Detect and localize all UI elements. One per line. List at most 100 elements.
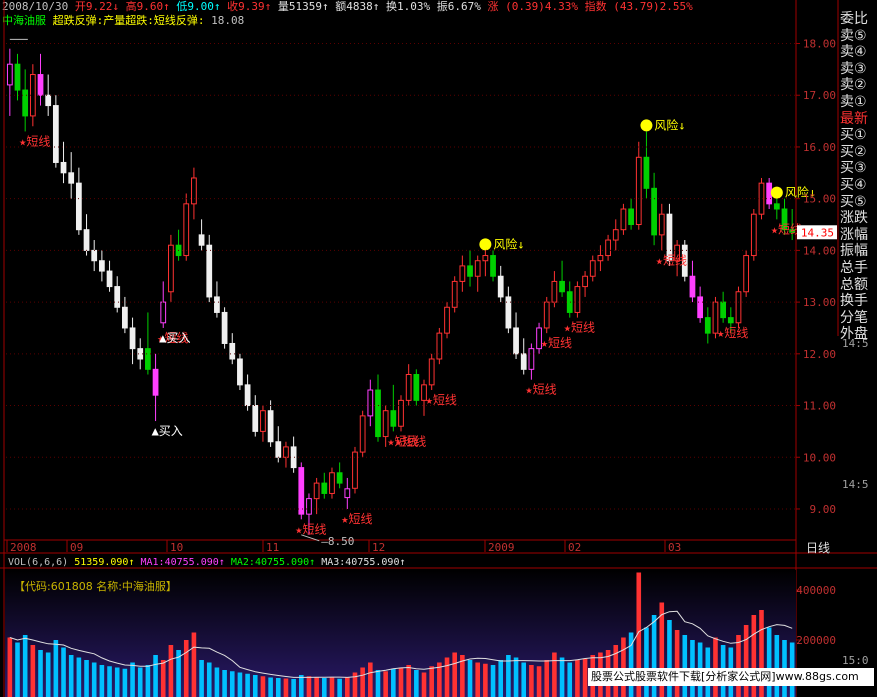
volume-bar [38, 650, 43, 697]
candle [160, 281, 167, 328]
volume-bar [91, 662, 97, 697]
volume-indicator: VOL(6,6,6) [8, 557, 69, 568]
volume-bar [137, 667, 143, 697]
volume-bar [252, 675, 258, 697]
time-tick-label: 11 [266, 541, 279, 554]
volume-tick-label: 400000 [796, 584, 836, 597]
candle-body [45, 94, 52, 107]
candle-body [237, 358, 243, 386]
candle-body [68, 172, 75, 184]
candle [290, 436, 297, 473]
candle [22, 69, 29, 132]
candle-body [52, 105, 59, 163]
candle-body [6, 63, 13, 86]
volume-bar [222, 670, 227, 697]
candle-body [168, 244, 174, 293]
candle-body [98, 260, 105, 272]
candle-body [436, 332, 443, 360]
volume-bar [45, 652, 51, 697]
volume-bar [107, 666, 112, 697]
candle-body [528, 348, 535, 370]
candle [566, 281, 573, 318]
volume-bar [406, 665, 411, 697]
candle [735, 286, 742, 328]
candle [467, 250, 473, 287]
candle-body [658, 213, 665, 236]
candle [490, 250, 496, 282]
price-tick-label: 17.00 [803, 89, 836, 102]
candle-body [283, 446, 289, 458]
ma1-label: MA1: [140, 557, 165, 568]
volume-bar [513, 657, 519, 697]
candle [344, 477, 351, 509]
candle [559, 260, 565, 297]
candle [221, 307, 228, 349]
price-tick-label: 12.00 [803, 348, 836, 361]
candle [321, 472, 328, 499]
volume-bar [99, 665, 105, 697]
price-tick-label: 15.00 [803, 193, 836, 206]
volume-bar [360, 667, 365, 697]
price-tick-label: 16.00 [803, 141, 836, 154]
candle-body [405, 374, 412, 401]
candle [60, 141, 67, 184]
volume-bar [191, 632, 197, 697]
candle [244, 374, 251, 411]
candle [214, 281, 220, 318]
candle-body [60, 161, 67, 174]
volume-bar [306, 676, 312, 697]
short-signal: ★短线 [541, 336, 572, 350]
candle [375, 374, 381, 442]
candle-body [260, 410, 266, 432]
candle-body [513, 327, 519, 355]
candle [168, 234, 174, 303]
candle-body [743, 255, 750, 293]
price-tick-label: 13.00 [803, 296, 836, 309]
volume-bar [245, 673, 250, 697]
volume-bar [467, 660, 473, 697]
candle [505, 286, 512, 334]
ma3-label: MA3: [321, 557, 346, 568]
candle-body [183, 203, 190, 257]
candle-body [390, 410, 397, 427]
candle [766, 177, 773, 210]
candle [459, 255, 466, 292]
candle [367, 379, 374, 427]
candle [528, 343, 535, 380]
candle-body [122, 306, 128, 329]
short-signal: ★短线 [525, 383, 556, 397]
candle-body [329, 472, 335, 494]
candle [612, 219, 619, 251]
risk-face-icon [640, 119, 653, 132]
candle-body [758, 182, 765, 215]
candle [428, 353, 435, 391]
ma1-value: 40755.090 [164, 557, 219, 568]
candle-body [612, 229, 619, 241]
volume-bar [275, 678, 281, 697]
quote-side-panel: 委比 卖⑤ 卖④ 卖③ 卖② 卖① 最新 买① 买② 买③ 买④ 买⑤ 涨跌 涨幅 振幅 总手 总额 换手 分笔 外盘 [838, 0, 877, 342]
candle-body [206, 244, 213, 298]
candle [689, 260, 696, 303]
candle-body [451, 280, 458, 308]
candle [329, 467, 335, 499]
volume-bar [414, 670, 419, 697]
volume-bar [490, 665, 496, 697]
candle-body [321, 482, 328, 494]
candle [83, 214, 90, 256]
watermark-banner[interactable]: 股票公式股票软件下载[分析家公式网]www.88gs.com [588, 668, 874, 686]
candle-body [336, 472, 343, 484]
candle [114, 276, 121, 313]
candle-body [145, 348, 151, 370]
candle [237, 353, 243, 391]
candle-body [267, 410, 274, 443]
short-signal: ★短线 [395, 434, 426, 448]
candle [283, 441, 289, 468]
candle-body [773, 203, 780, 210]
candle [191, 167, 197, 220]
volume-bar [368, 662, 373, 697]
candle [145, 312, 151, 375]
volume-bar [398, 667, 404, 697]
candle-body [766, 182, 773, 205]
volume-bar [229, 671, 235, 697]
candle-body [75, 182, 82, 231]
